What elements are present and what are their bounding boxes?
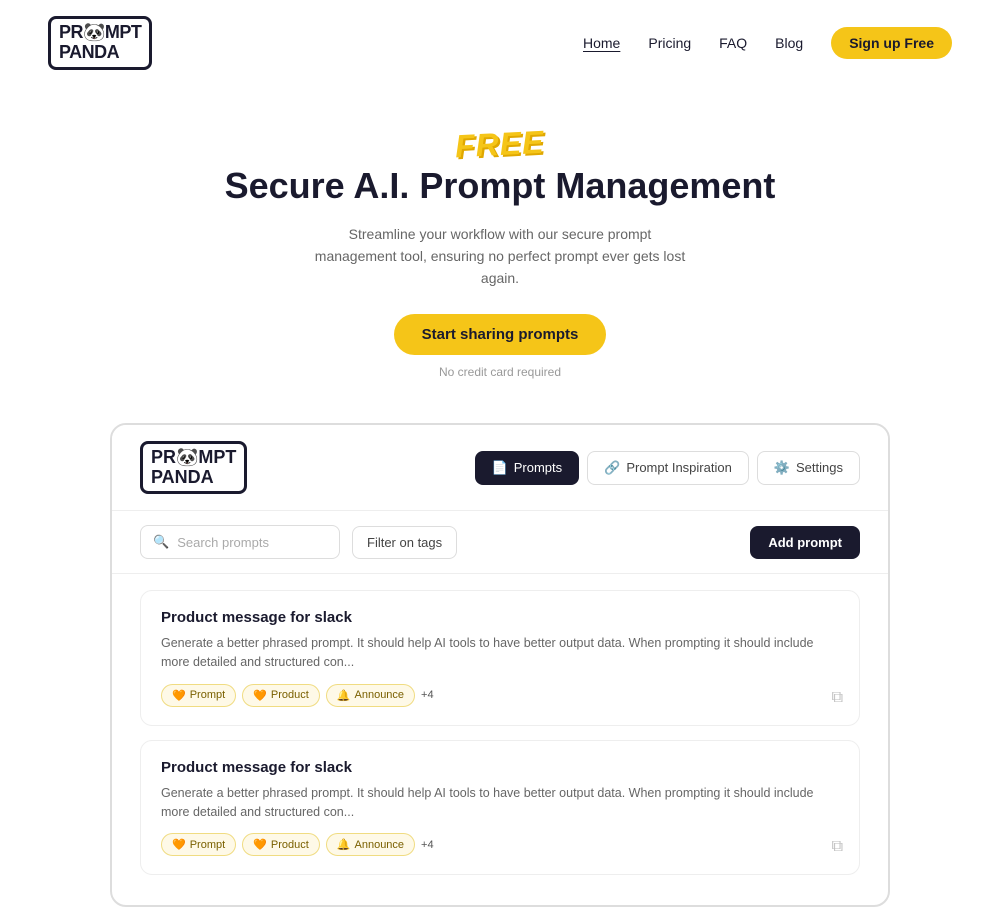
search-placeholder: Search prompts: [177, 535, 269, 550]
tag-prompt[interactable]: 🧡 Prompt: [161, 833, 236, 856]
mockup-toolbar: 🔍 Search prompts Filter on tags Add prom…: [112, 511, 888, 574]
prompt-card-title: Product message for slack: [161, 609, 839, 626]
hero-note: No credit card required: [24, 365, 976, 379]
nav-link-pricing[interactable]: Pricing: [648, 35, 691, 51]
tag-announce[interactable]: 🔔 Announce: [326, 833, 415, 856]
hero-cta-button[interactable]: Start sharing prompts: [394, 314, 607, 355]
tag-product[interactable]: 🧡 Product: [242, 833, 320, 856]
app-mockup: PR🐼MPT PANDA 📄 Prompts 🔗 Prompt Inspirat…: [110, 423, 890, 907]
tab-settings[interactable]: ⚙️ Settings: [757, 451, 860, 485]
navigation: PR🐼MPT PANDA Home Pricing FAQ Blog Sign …: [0, 0, 1000, 86]
nav-link-faq[interactable]: FAQ: [719, 35, 747, 51]
prompts-icon: 📄: [492, 460, 508, 476]
mockup-tabs: 📄 Prompts 🔗 Prompt Inspiration ⚙️ Settin…: [475, 451, 860, 485]
tab-prompts[interactable]: 📄 Prompts: [475, 451, 580, 485]
prompt-card: Product message for slack Generate a bet…: [140, 590, 860, 726]
search-icon: 🔍: [153, 534, 169, 550]
prompt-card-tags: 🧡 Prompt 🧡 Product 🔔 Announce +4: [161, 684, 839, 707]
prompt-cards-container: Product message for slack Generate a bet…: [112, 574, 888, 905]
tab-prompts-label: Prompts: [514, 460, 562, 475]
nav-link-home[interactable]: Home: [583, 35, 620, 51]
tag-announce[interactable]: 🔔 Announce: [326, 684, 415, 707]
prompt-card-title: Product message for slack: [161, 759, 839, 776]
nav-logo-text: PR🐼MPT PANDA: [48, 16, 152, 70]
copy-button[interactable]: ⧉: [832, 689, 843, 707]
tag-prompt[interactable]: 🧡 Prompt: [161, 684, 236, 707]
prompt-card-desc: Generate a better phrased prompt. It sho…: [161, 634, 839, 672]
tag-more: +4: [421, 839, 434, 851]
tag-product[interactable]: 🧡 Product: [242, 684, 320, 707]
tab-inspiration-label: Prompt Inspiration: [626, 460, 732, 475]
search-box[interactable]: 🔍 Search prompts: [140, 525, 340, 559]
signup-button[interactable]: Sign up Free: [831, 27, 952, 59]
inspiration-icon: 🔗: [604, 460, 620, 476]
hero-title: Secure A.I. Prompt Management: [24, 165, 976, 207]
prompt-card-tags: 🧡 Prompt 🧡 Product 🔔 Announce +4: [161, 833, 839, 856]
filter-tags-button[interactable]: Filter on tags: [352, 526, 457, 559]
tab-settings-label: Settings: [796, 460, 843, 475]
prompt-card: Product message for slack Generate a bet…: [140, 740, 860, 876]
hero-section: FREE Secure A.I. Prompt Management Strea…: [0, 86, 1000, 399]
nav-links: Home Pricing FAQ Blog Sign up Free: [583, 27, 952, 59]
hero-subtitle: Streamline your workflow with our secure…: [310, 223, 690, 290]
nav-logo: PR🐼MPT PANDA: [48, 16, 152, 70]
prompt-card-desc: Generate a better phrased prompt. It sho…: [161, 784, 839, 822]
mockup-header: PR🐼MPT PANDA 📄 Prompts 🔗 Prompt Inspirat…: [112, 425, 888, 512]
mockup-logo: PR🐼MPT PANDA: [140, 441, 247, 495]
nav-link-blog[interactable]: Blog: [775, 35, 803, 51]
settings-icon: ⚙️: [774, 460, 790, 476]
tag-more: +4: [421, 689, 434, 701]
tab-prompt-inspiration[interactable]: 🔗 Prompt Inspiration: [587, 451, 749, 485]
add-prompt-button[interactable]: Add prompt: [750, 526, 860, 559]
hero-free-badge: FREE: [454, 123, 545, 165]
copy-button[interactable]: ⧉: [832, 838, 843, 856]
